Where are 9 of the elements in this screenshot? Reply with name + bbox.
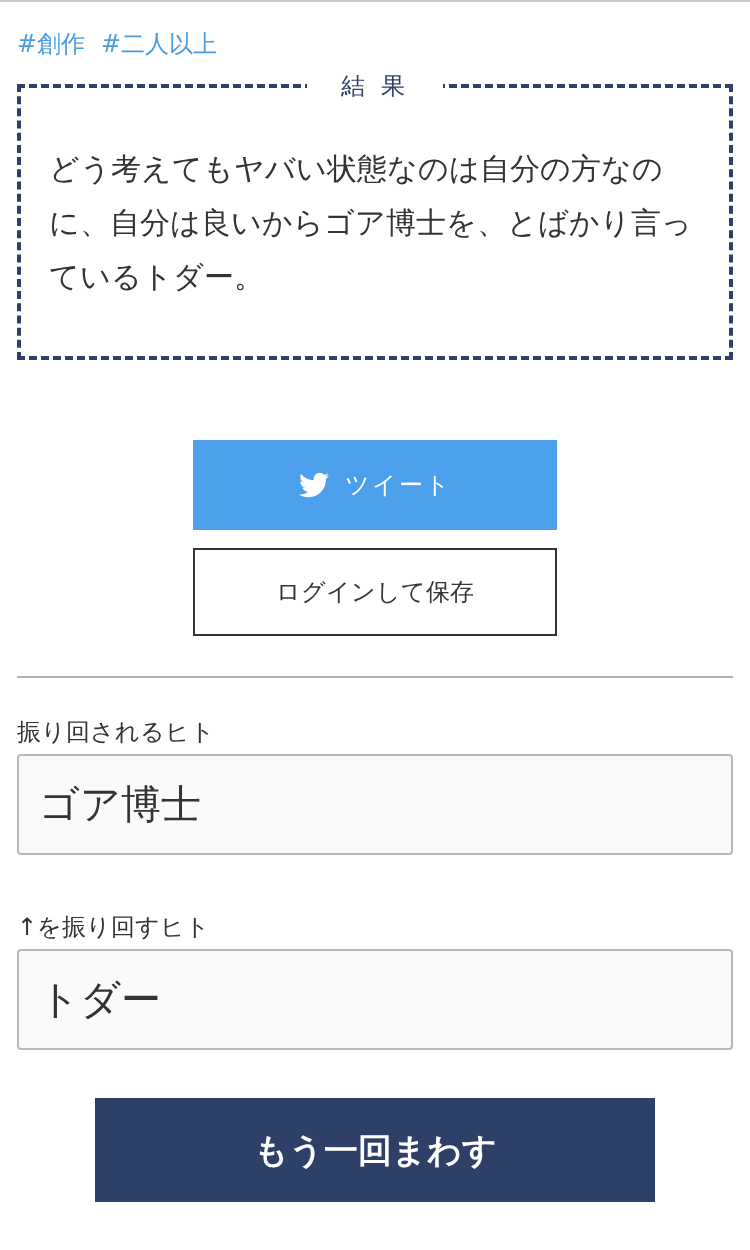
field-label: 振り回されるヒト	[17, 717, 216, 748]
spin-again-button[interactable]: もう一回まわす	[95, 1098, 655, 1202]
name-field[interactable]: トダー	[17, 949, 733, 1050]
field-label: ↑を振り回すヒト	[17, 912, 212, 943]
result-title: 結 果	[340, 71, 410, 102]
bird-icon	[298, 470, 329, 500]
login-save-button[interactable]: ログインして保存	[193, 548, 557, 636]
result-text: どう考えてもヤバい状態なのは自分の方なのに、自分は良いからゴア博士を、とばかり言っているトダー。	[49, 150, 693, 296]
name-field[interactable]: ゴア博士	[17, 754, 733, 855]
